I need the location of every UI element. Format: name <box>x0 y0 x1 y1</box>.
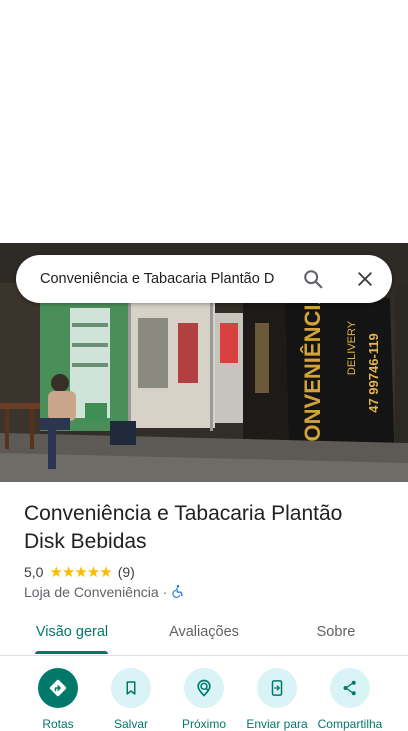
nearby-label: Próximo <box>181 717 226 731</box>
rating-value: 5,0 <box>24 564 44 580</box>
tab-about[interactable]: Sobre <box>296 612 376 654</box>
search-input[interactable]: Conveniência e Tabacaria Plantão D <box>40 255 288 303</box>
search-icon[interactable] <box>293 259 333 299</box>
send-to-phone-button[interactable]: Enviar para <box>240 668 314 731</box>
bookmark-icon <box>111 668 151 708</box>
star-rating-icon: ★★★★★ <box>49 564 112 581</box>
tab-bar: Visão geral Avaliações Sobre <box>0 612 408 656</box>
wheelchair-accessible-icon <box>171 584 185 601</box>
banner-sign-text: CONVENIÊNCIA <box>300 289 325 458</box>
active-tab-indicator <box>35 651 108 654</box>
action-buttons: Rotas Salvar Próximo Enviar para Compart… <box>0 668 408 731</box>
share-label: Compartilha <box>317 717 383 731</box>
directions-button[interactable]: Rotas <box>21 668 95 731</box>
rating-row[interactable]: 5,0 ★★★★★ (9) <box>24 563 135 581</box>
review-count: (9) <box>117 564 135 580</box>
close-icon[interactable] <box>345 259 385 299</box>
send-to-phone-icon <box>257 668 297 708</box>
place-title: Conveniência e Tabacaria Plantão Disk Be… <box>24 502 343 553</box>
banner-phone-text: 47 99746-119 <box>366 333 381 413</box>
category-row: Loja de Conveniência · <box>24 583 185 601</box>
search-bar[interactable]: Conveniência e Tabacaria Plantão D <box>16 255 392 303</box>
banner-delivery-text: DELIVERY <box>346 320 358 375</box>
save-label: Salvar <box>113 717 148 731</box>
share-icon <box>330 668 370 708</box>
tab-reviews[interactable]: Avaliações <box>152 612 256 654</box>
place-category: Loja de Conveniência <box>24 584 159 600</box>
save-button[interactable]: Salvar <box>94 668 168 731</box>
tab-overview[interactable]: Visão geral <box>24 612 120 654</box>
nearby-icon <box>184 668 224 708</box>
directions-label: Rotas <box>42 717 74 731</box>
category-separator: · <box>162 584 168 600</box>
nearby-button[interactable]: Próximo <box>167 668 241 731</box>
share-button[interactable]: Compartilha <box>313 668 387 731</box>
send-to-phone-label: Enviar para <box>246 717 308 731</box>
directions-icon <box>38 668 78 708</box>
